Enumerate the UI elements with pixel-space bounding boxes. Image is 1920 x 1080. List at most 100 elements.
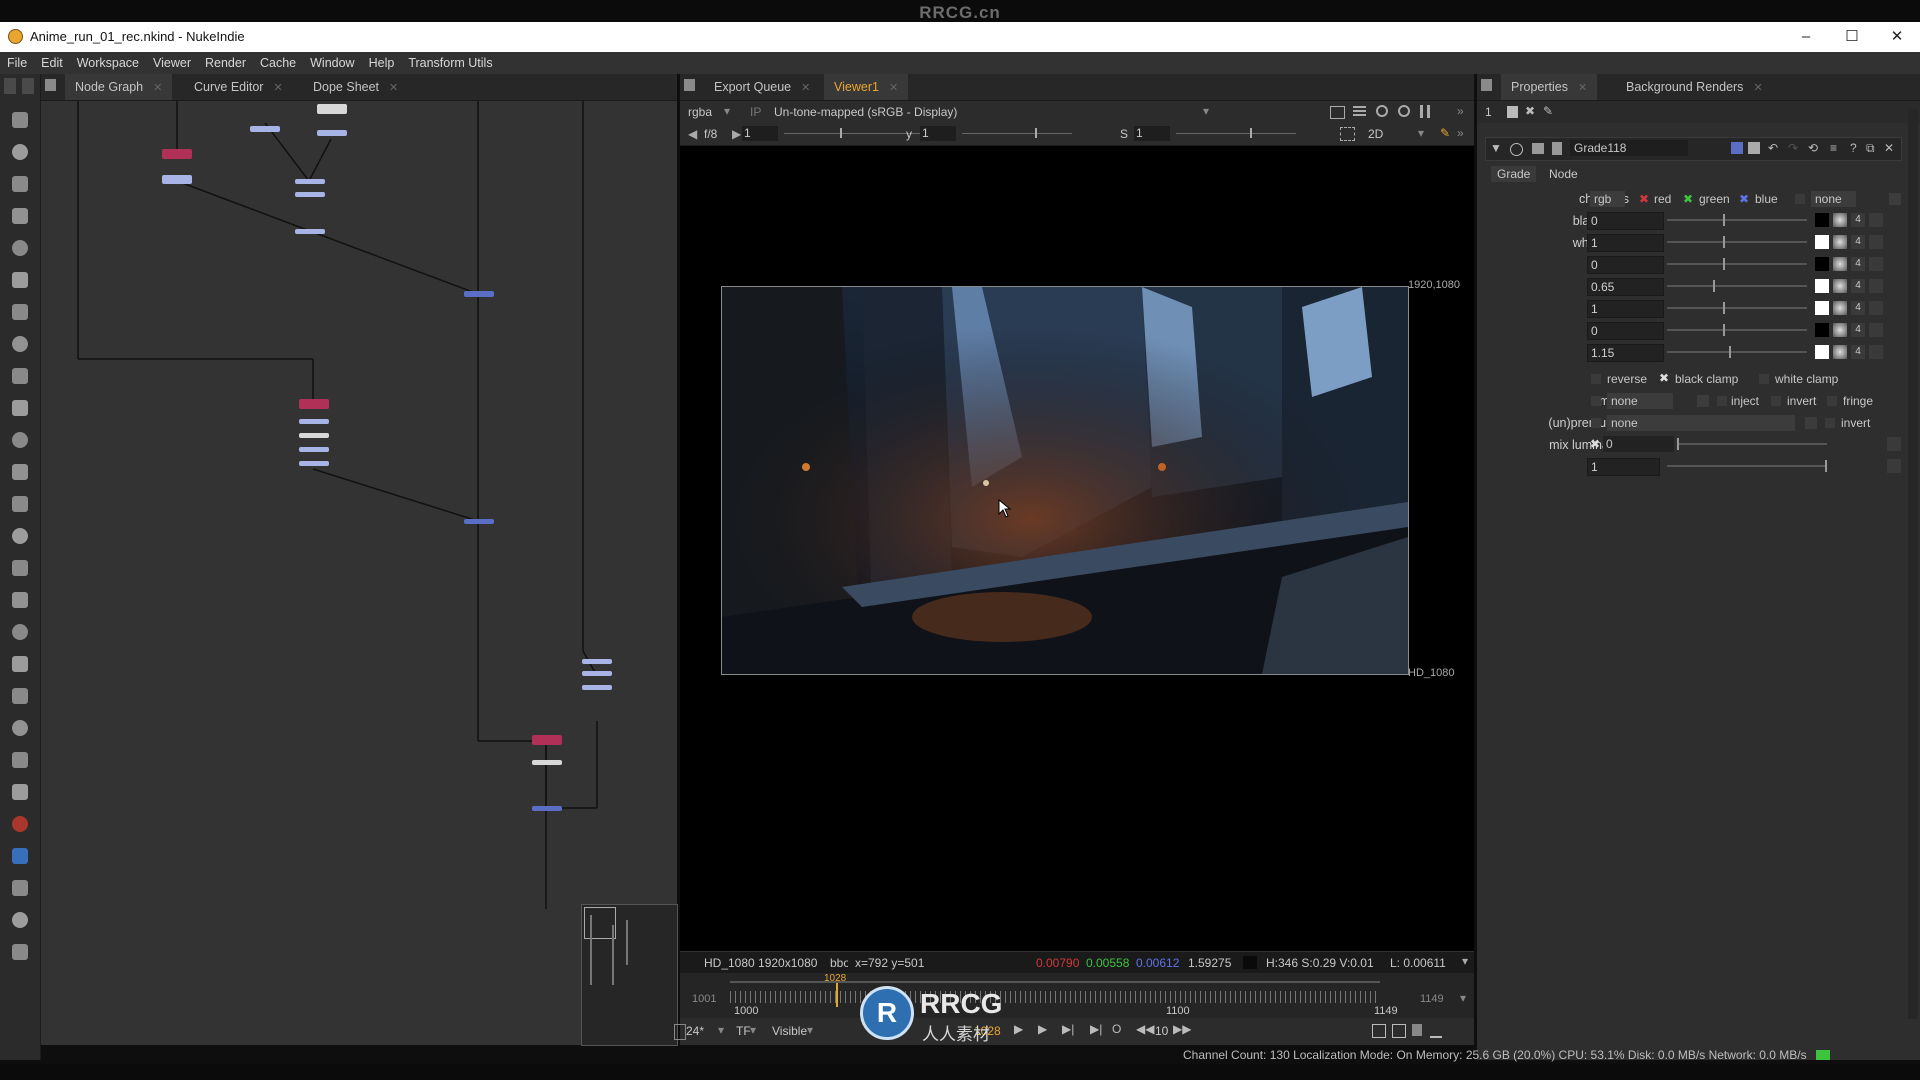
float-icon[interactable]: ⧉ [1866, 141, 1875, 156]
navigate-icon[interactable] [10, 910, 30, 930]
tile-color-icon[interactable] [1748, 142, 1760, 154]
crop-node[interactable] [317, 130, 347, 136]
roi-icon[interactable] [1398, 105, 1410, 117]
channel-icon[interactable] [10, 206, 30, 226]
merge-node[interactable] [532, 735, 562, 745]
tf-select[interactable]: TF [736, 1024, 751, 1038]
python-icon[interactable] [10, 814, 30, 834]
mix-luminance-knob[interactable] [1677, 438, 1679, 450]
bypass-icon[interactable] [1510, 143, 1523, 156]
keyer-icon[interactable] [10, 302, 30, 322]
fps-select[interactable]: 24* [686, 1024, 704, 1038]
offset-field[interactable]: 0 [1587, 322, 1664, 340]
menu-help[interactable]: Help [362, 52, 402, 74]
lock-icon[interactable] [1507, 106, 1518, 118]
link-icon[interactable] [1889, 193, 1901, 205]
blackpoint-slider-knob[interactable] [1723, 214, 1725, 226]
gain-channels-button[interactable]: 4 [1851, 279, 1865, 293]
channels-select[interactable]: rgb [1590, 191, 1626, 207]
toolsets-icon[interactable] [10, 558, 30, 578]
grade-118-node[interactable] [582, 685, 612, 690]
close-tab-icon[interactable]: ✕ [273, 82, 282, 94]
mask-enable-checkbox[interactable] [1591, 396, 1601, 406]
render-icon[interactable] [1392, 1024, 1406, 1038]
transform-node[interactable] [250, 126, 280, 132]
merge-node[interactable] [464, 519, 494, 524]
mix-slider[interactable] [1667, 460, 1827, 472]
mix-luminance-slider[interactable] [1677, 438, 1827, 450]
node-name-field[interactable]: Grade118 [1570, 140, 1688, 156]
lut-select[interactable]: Un-tone-mapped (sRGB - Display) [774, 105, 957, 119]
graph-minimap[interactable] [581, 904, 678, 1046]
menu-viewer[interactable]: Viewer [146, 52, 198, 74]
whitepoint-slider-knob[interactable] [1723, 236, 1725, 248]
redo-icon[interactable]: ↷ [1788, 141, 1798, 155]
red-checkbox[interactable]: ✖ [1639, 192, 1649, 206]
other-icon[interactable] [10, 590, 30, 610]
fringe-checkbox[interactable] [1827, 396, 1837, 406]
merge-node[interactable] [299, 399, 329, 409]
gamma-slider[interactable] [1667, 346, 1807, 358]
more-icon[interactable]: » [1457, 126, 1464, 140]
blur-node[interactable] [299, 433, 329, 438]
maximize-button[interactable]: ☐ [1832, 25, 1872, 49]
roi-box-icon[interactable] [1340, 127, 1355, 141]
curve-icon[interactable] [1869, 279, 1883, 293]
mask-select[interactable]: none [1607, 393, 1673, 409]
multiply-slider-knob[interactable] [1723, 302, 1725, 314]
premult-enable-checkbox[interactable] [1591, 418, 1601, 428]
write-node[interactable] [532, 760, 562, 765]
next-frame-icon[interactable]: ▶| [1062, 1022, 1074, 1036]
gamma-field[interactable]: 1.15 [1587, 344, 1664, 362]
visible-select[interactable]: Visible [772, 1024, 807, 1038]
playhead[interactable] [836, 983, 838, 1007]
menu-window[interactable]: Window [303, 52, 361, 74]
layers-icon[interactable] [1353, 106, 1366, 117]
gamma-field[interactable]: 1 [920, 126, 956, 141]
time-icon[interactable] [10, 174, 30, 194]
gamma-slider-knob[interactable] [1035, 128, 1037, 138]
node-color-icon[interactable] [1731, 142, 1743, 154]
curve-icon[interactable] [1887, 459, 1901, 473]
metadata-icon[interactable] [10, 526, 30, 546]
invert-checkbox[interactable] [1771, 396, 1781, 406]
menu-edit[interactable]: Edit [34, 52, 70, 74]
prev-icon[interactable]: ◀ [688, 127, 697, 141]
close-tab-icon[interactable]: ✕ [889, 82, 898, 94]
curve-icon[interactable] [1869, 323, 1883, 337]
curve-icon[interactable] [1887, 437, 1901, 451]
settings-icon[interactable] [10, 878, 30, 898]
curve-icon[interactable] [1869, 345, 1883, 359]
user-icon[interactable] [10, 846, 30, 866]
gain-slider-knob[interactable] [1713, 280, 1715, 292]
alpha-checkbox[interactable] [1795, 194, 1805, 204]
viewer-node[interactable] [532, 806, 562, 811]
draw-icon[interactable] [10, 142, 30, 162]
grade-node[interactable] [295, 229, 325, 234]
dropdown-icon[interactable]: ▾ [1462, 954, 1468, 968]
read-node[interactable] [317, 104, 347, 114]
in-frame[interactable]: 1001 [692, 993, 716, 1005]
ocula-icon[interactable] [10, 654, 30, 674]
gain-field[interactable]: 1 [742, 126, 778, 141]
green-checkbox[interactable]: ✖ [1683, 192, 1693, 206]
multiply-field[interactable]: 1 [1587, 300, 1664, 318]
export-icon[interactable] [1430, 1024, 1442, 1038]
max-panels-field[interactable]: 1 [1485, 105, 1492, 119]
color-picker-icon[interactable] [1833, 213, 1847, 227]
grade-node[interactable] [295, 192, 325, 197]
tab-dope-sheet[interactable]: Dope Sheet ✕ [303, 74, 408, 100]
lift-channels-button[interactable]: 4 [1851, 257, 1865, 271]
tab-curve-editor[interactable]: Curve Editor ✕ [184, 74, 293, 100]
timeline[interactable]: 1001 1000 1100 1149 1028 1149 ▾ [680, 973, 1474, 1018]
clear-panels-icon[interactable]: ✖ [1525, 104, 1535, 118]
whitepoint-color-swatch[interactable] [1815, 235, 1829, 249]
black-clamp-checkbox[interactable]: ✖ [1659, 371, 1669, 385]
subtab-grade[interactable]: Grade [1491, 166, 1537, 182]
merge-node[interactable] [464, 291, 494, 297]
ip-icon[interactable]: IP [750, 105, 761, 119]
panel-float-icon[interactable] [22, 78, 34, 94]
gain-slider[interactable] [1667, 280, 1807, 292]
node-icon[interactable] [1552, 142, 1562, 155]
whitepoint-channels-button[interactable]: 4 [1851, 235, 1865, 249]
